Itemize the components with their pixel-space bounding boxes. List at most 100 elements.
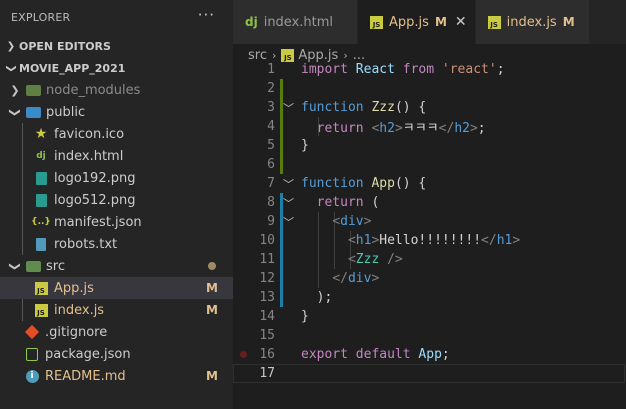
token: div [340, 214, 364, 229]
tree-item-label: robots.txt [54, 236, 118, 252]
token: < [332, 214, 341, 229]
tab-index-js[interactable]: JS index.js M [475, 0, 590, 44]
token: function [301, 100, 364, 115]
tree-item-label: manifest.json [54, 214, 142, 230]
tree-file-robots[interactable]: robots.txt [0, 233, 233, 255]
django-icon: dj [36, 151, 46, 161]
tree-file-favicon[interactable]: ★ favicon.ico [0, 123, 233, 145]
token: default [355, 347, 411, 362]
tab-index-html[interactable]: dj index.html [233, 0, 359, 44]
tab-label: App.js [389, 14, 429, 30]
token: () { [394, 100, 427, 115]
tree-item-label: node_modules [46, 82, 141, 98]
file-tree: ❯ node_modules ❯ public ★ favicon.ico dj… [0, 79, 233, 387]
fold-chevron-icon[interactable]: ﹀ [283, 214, 294, 230]
editor-tabs: dj index.html JS App.js M ✕ JS index.js … [233, 0, 626, 44]
editor-area: dj index.html JS App.js M ✕ JS index.js … [233, 0, 626, 409]
close-icon[interactable]: ✕ [455, 14, 467, 30]
token: h1 [496, 233, 513, 248]
token: ); [316, 290, 333, 305]
code-line: 7 ﹀ function App() { [233, 174, 626, 193]
token: Zzz [355, 252, 380, 267]
node-icon [24, 346, 40, 362]
js-icon: JS [370, 15, 384, 29]
token: ; [477, 121, 486, 136]
code-line: 6 [233, 155, 626, 174]
image-icon [33, 192, 49, 208]
tree-folder-node-modules[interactable]: ❯ node_modules [0, 79, 233, 101]
project-label: MOVIE_APP_2021 [19, 61, 126, 75]
token: return [316, 195, 364, 210]
modified-dot-badge [208, 262, 216, 270]
token: </ [481, 233, 497, 248]
code-line: 8 ﹀ return ( [233, 193, 626, 212]
js-icon: JS [487, 15, 501, 29]
code-line-current[interactable]: 17 [233, 364, 625, 383]
django-icon: dj [245, 15, 258, 29]
tree-file-logo512[interactable]: logo512.png [0, 189, 233, 211]
tree-file-manifest[interactable]: {..} manifest.json [0, 211, 233, 233]
js-icon: JS [33, 302, 49, 318]
line-text: <div> [301, 214, 371, 229]
more-actions-icon[interactable]: ··· [198, 6, 215, 24]
tree-file-readme[interactable]: i README.md M [0, 365, 233, 387]
line-number: 7 [267, 176, 275, 191]
tree-item-label: package.json [45, 346, 131, 362]
token: < [347, 233, 356, 248]
json-icon: {..} [31, 217, 51, 227]
token: </ [438, 121, 455, 136]
git-icon [24, 324, 40, 340]
tree-file-app-js[interactable]: JS App.js M [0, 277, 233, 299]
tree-folder-public[interactable]: ❯ public [0, 101, 233, 123]
line-text: <h1>Hello!!!!!!!!</h1> [301, 233, 520, 248]
git-modified-badge: M [206, 281, 218, 295]
tab-label: index.html [263, 14, 334, 30]
token: /> [379, 252, 403, 267]
fold-chevron-icon[interactable]: ﹀ [283, 176, 294, 192]
code-line: 14 } [233, 307, 626, 326]
git-modified-badge: M [562, 15, 575, 29]
tab-app-js[interactable]: JS App.js M ✕ [358, 0, 476, 44]
line-number: 14 [259, 309, 275, 324]
project-section[interactable]: ❯ MOVIE_APP_2021 [0, 57, 233, 79]
line-number: 8 [267, 195, 275, 210]
line-text: } [301, 138, 309, 153]
token: h2 [379, 121, 395, 136]
git-modified-badge: M [434, 15, 447, 29]
fold-chevron-icon[interactable]: ﹀ [283, 100, 294, 116]
line-number: 4 [267, 119, 275, 134]
tree-item-label: logo512.png [54, 192, 136, 208]
git-modified-badge: M [206, 303, 218, 317]
node-folder-icon [25, 82, 41, 98]
fold-chevron-icon[interactable]: ﹀ [283, 195, 294, 211]
token: ; [441, 347, 450, 362]
tree-file-package-json[interactable]: package.json [0, 343, 233, 365]
tree-file-index-js[interactable]: JS index.js M [0, 299, 233, 321]
code-editor[interactable]: 1 import React from 'react'; 2 3 ﹀ funct… [233, 60, 626, 383]
tree-folder-src[interactable]: ❯ src [0, 255, 233, 277]
token: ( [363, 195, 380, 210]
image-icon [33, 170, 49, 186]
open-editors-label: OPEN EDITORS [19, 39, 111, 53]
code-line: 13 ); [233, 288, 626, 307]
line-text: function App() { [301, 176, 426, 191]
tree-item-label: favicon.ico [54, 126, 125, 142]
tab-label: index.js [506, 14, 557, 30]
tree-file-index-html[interactable]: dj index.html [0, 145, 233, 167]
token: import [301, 62, 348, 77]
line-number: 1 [267, 62, 275, 77]
line-number: 3 [267, 100, 275, 115]
star-icon: ★ [34, 126, 48, 142]
open-editors-section[interactable]: ❯ OPEN EDITORS [0, 35, 233, 57]
line-text: return ( [301, 195, 380, 210]
line-text: export default App; [301, 347, 450, 362]
tree-item-label: index.html [54, 148, 124, 164]
line-text: } [301, 309, 309, 324]
line-number: 11 [259, 252, 275, 267]
tree-file-logo192[interactable]: logo192.png [0, 167, 233, 189]
code-line: 9 ﹀ <div> [233, 212, 626, 231]
code-line: 4 return <h2>ㅋㅋㅋ</h2>; [233, 117, 626, 136]
tree-file-gitignore[interactable]: .gitignore [0, 321, 233, 343]
line-text: ); [301, 290, 333, 305]
code-line: 2 [233, 79, 626, 98]
